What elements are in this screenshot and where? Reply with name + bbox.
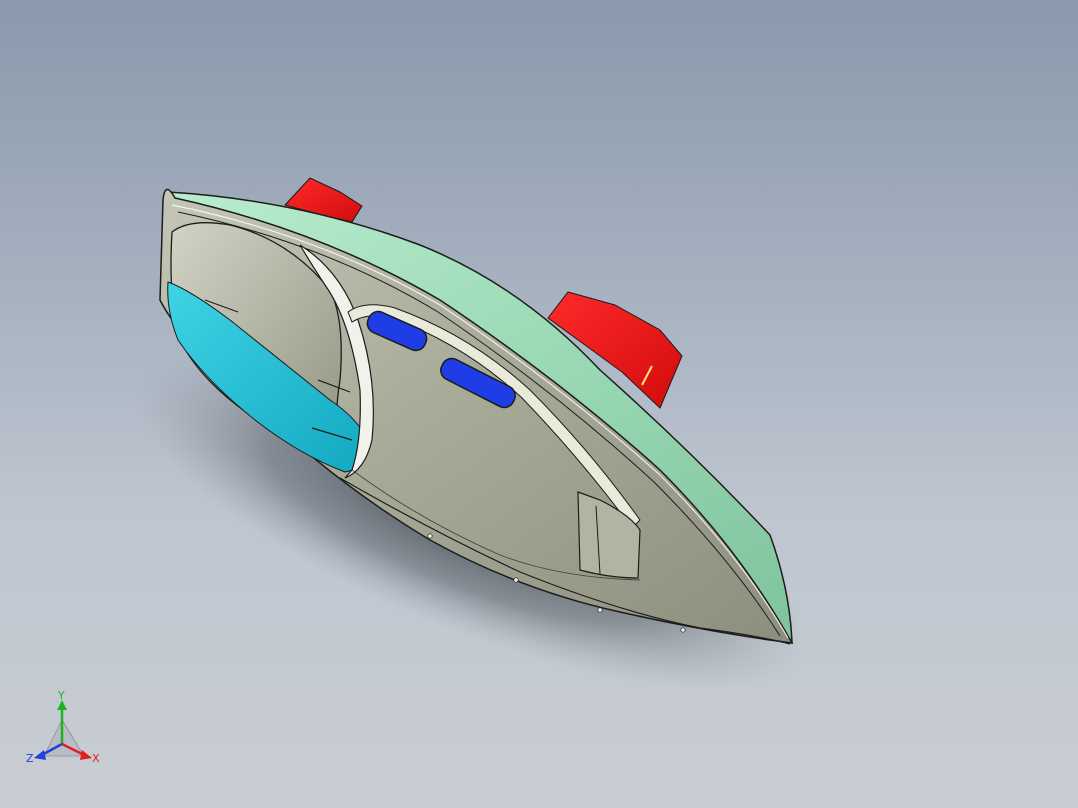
fastener-4 bbox=[680, 627, 686, 633]
fastener-3 bbox=[597, 607, 603, 613]
fastener-1 bbox=[427, 533, 433, 539]
fastener-2 bbox=[513, 577, 519, 583]
orientation-triad[interactable]: Y X Z bbox=[22, 689, 112, 770]
triad-z-label: Z bbox=[26, 752, 34, 765]
cad-3d-viewport[interactable] bbox=[0, 0, 1078, 808]
triad-y-label: Y bbox=[57, 690, 65, 702]
triad-x-label: X bbox=[92, 752, 100, 765]
model-canvas[interactable] bbox=[0, 0, 1078, 808]
triad-z-arrow bbox=[34, 750, 46, 760]
triad-x-arrow bbox=[80, 750, 92, 760]
